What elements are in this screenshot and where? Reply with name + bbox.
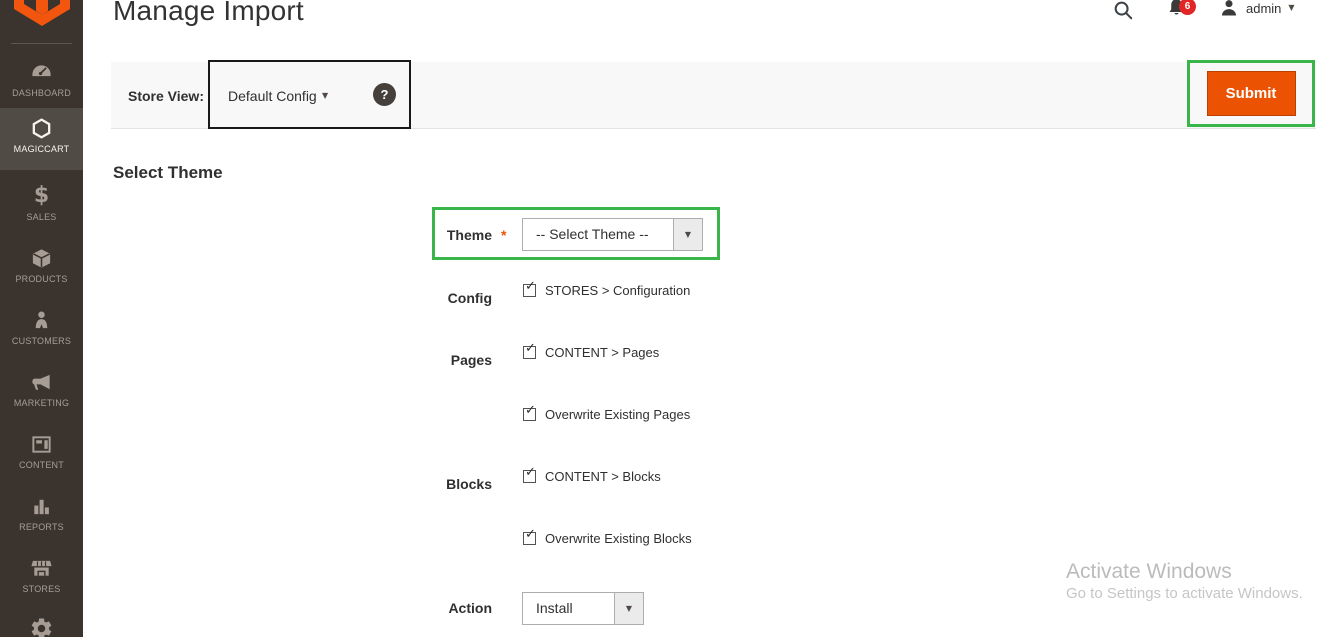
sidebar-item-marketing[interactable]: MARKETING [0,362,83,422]
overwrite-blocks-checkbox-row: ✓ Overwrite Existing Blocks [523,531,692,546]
activate-windows-watermark: Activate Windows [1066,560,1232,584]
sidebar: DASHBOARD MAGICCART $ SALES PRODUCTS [0,0,83,637]
store-view-annotation-box: Default Config ▼ ? [208,60,411,129]
check-icon: ✓ [525,466,536,479]
notification-count-badge: 6 [1179,0,1196,15]
checkbox-label[interactable]: Overwrite Existing Blocks [545,531,692,546]
checkbox-label[interactable]: CONTENT > Pages [545,345,659,360]
check-icon: ✓ [525,280,536,293]
config-label: Config [300,290,492,306]
theme-select-value: -- Select Theme -- [523,219,662,250]
sidebar-item-label: MARKETING [14,398,69,408]
submit-annotation-box: Submit [1187,60,1315,127]
chevron-down-icon: ▼ [685,231,691,239]
overwrite-pages-checkbox-row: ✓ Overwrite Existing Pages [523,407,690,422]
action-select-value: Install [523,593,586,624]
store-view-toolbar: Store View: Default Config ▼ ? Submit [111,62,1316,129]
system-gear-icon [29,615,54,637]
stores-configuration-checkbox[interactable]: ✓ [523,284,536,297]
action-label: Action [300,600,492,616]
sales-icon: $ [34,183,49,209]
sidebar-item-dashboard[interactable]: DASHBOARD [0,52,83,112]
checkbox-label[interactable]: Overwrite Existing Pages [545,407,690,422]
stores-icon [30,555,53,581]
magento-logo-icon[interactable] [14,0,70,28]
select-arrow-button[interactable]: ▼ [614,593,643,624]
reports-icon [30,493,53,519]
store-view-switcher[interactable]: Default Config [228,88,317,104]
sidebar-item-label: DASHBOARD [12,88,71,98]
check-icon: ✓ [525,528,536,541]
content-pages-checkbox[interactable]: ✓ [523,346,536,359]
chevron-down-icon: ▼ [1288,4,1294,12]
products-icon [30,245,53,271]
marketing-icon [30,369,53,395]
content-blocks-checkbox[interactable]: ✓ [523,470,536,483]
sidebar-item-sales[interactable]: $ SALES [0,176,83,236]
sidebar-item-system[interactable] [0,608,83,637]
sidebar-item-magiccart[interactable]: MAGICCART [0,108,83,170]
pages-label: Pages [300,352,492,368]
sidebar-item-label: SALES [26,212,56,222]
manage-import-page: DASHBOARD MAGICCART $ SALES PRODUCTS [0,0,1343,637]
sidebar-divider [11,43,72,44]
user-avatar-icon [1219,0,1239,18]
checkbox-label[interactable]: STORES > Configuration [545,283,690,298]
sidebar-item-label: STORES [22,584,60,594]
sidebar-item-content[interactable]: CONTENT [0,424,83,484]
overwrite-existing-pages-checkbox[interactable]: ✓ [523,408,536,421]
select-arrow-button[interactable]: ▼ [673,219,702,250]
checkbox-label[interactable]: CONTENT > Blocks [545,469,661,484]
check-icon: ✓ [525,342,536,355]
search-icon[interactable] [1112,0,1134,26]
sidebar-item-label: REPORTS [19,522,64,532]
help-icon[interactable]: ? [373,83,396,106]
sidebar-item-customers[interactable]: CUSTOMERS [0,300,83,360]
magiccart-icon [30,115,53,141]
content-icon [30,431,53,457]
customers-icon [30,307,53,333]
config-checkbox-row: ✓ STORES > Configuration [523,283,690,298]
chevron-down-icon: ▼ [626,605,632,613]
dashboard-icon [30,59,53,85]
blocks-label: Blocks [300,476,492,492]
theme-select[interactable]: -- Select Theme -- ▼ [522,218,703,251]
sidebar-item-label: PRODUCTS [15,274,67,284]
sidebar-item-reports[interactable]: REPORTS [0,486,83,546]
sidebar-item-label: CUSTOMERS [12,336,71,346]
sidebar-item-label: MAGICCART [14,144,70,154]
page-title: Manage Import [113,0,304,27]
required-asterisk: * [501,227,506,243]
pages-checkbox-row: ✓ CONTENT > Pages [523,345,659,360]
store-view-label: Store View: [128,88,204,104]
submit-button[interactable]: Submit [1207,71,1296,116]
sidebar-item-label: CONTENT [19,460,64,470]
overwrite-existing-blocks-checkbox[interactable]: ✓ [523,532,536,545]
sidebar-item-products[interactable]: PRODUCTS [0,238,83,298]
action-select[interactable]: Install ▼ [522,592,644,625]
check-icon: ✓ [525,404,536,417]
blocks-checkbox-row: ✓ CONTENT > Blocks [523,469,661,484]
admin-menu[interactable]: admin ▼ [1219,0,1295,18]
sidebar-item-stores[interactable]: STORES [0,548,83,608]
admin-username: admin [1246,1,1281,16]
chevron-down-icon: ▼ [322,92,328,100]
theme-label: Theme [300,227,492,243]
activate-windows-watermark-sub: Go to Settings to activate Windows. [1066,585,1303,602]
section-title: Select Theme [113,163,223,183]
